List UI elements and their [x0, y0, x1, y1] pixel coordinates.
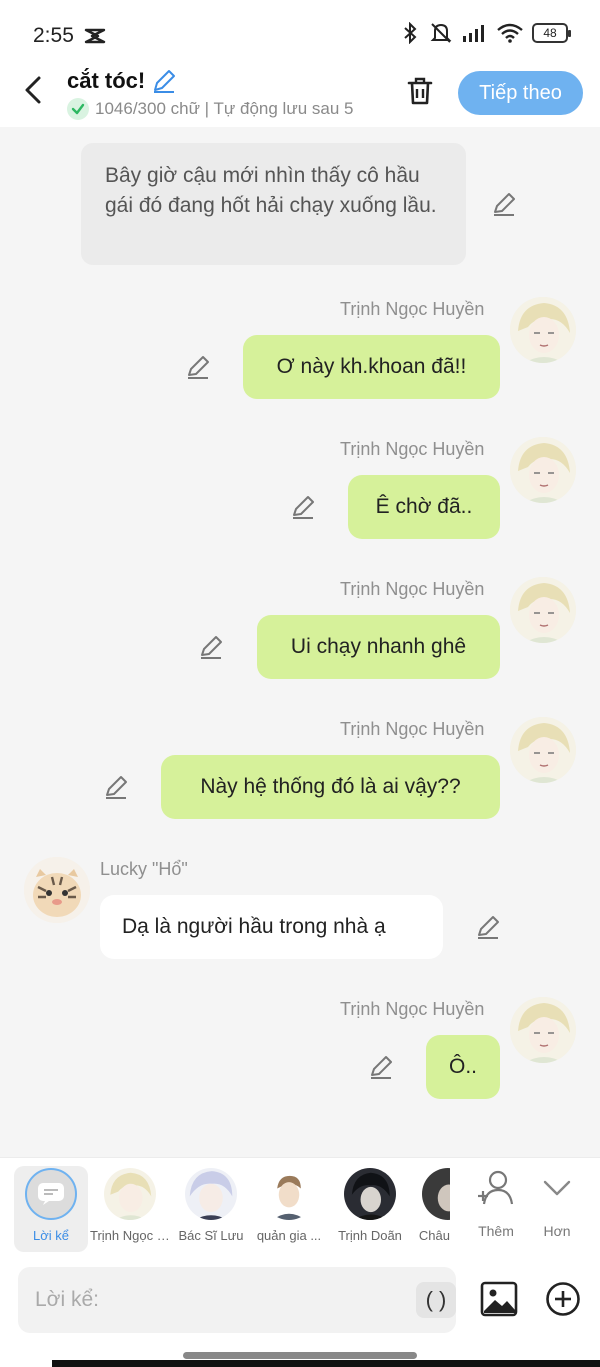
message-bubble[interactable]: Dạ là người hầu trong nhà ạ [100, 895, 443, 959]
sender-name: Trịnh Ngọc Huyền [340, 999, 485, 1019]
bottom-edge [52, 1360, 600, 1367]
status-icons: 48 [400, 22, 571, 44]
story-title: cắt tóc! [67, 68, 146, 93]
compose-field[interactable]: ( ) [18, 1267, 456, 1333]
signal-icon [463, 25, 484, 42]
pencil-icon[interactable] [290, 494, 316, 520]
message-bubble[interactable]: Ui chạy nhanh ghê [257, 615, 500, 679]
sender-name: Trịnh Ngọc Huyền [340, 439, 485, 459]
character-label: Châu [418, 1228, 450, 1243]
character-selector: Lời kể Trịnh Ngọc Huyền Bác Sĩ Lưu [0, 1157, 600, 1257]
chat-area[interactable]: Bây giờ cậu mới nhìn thấy cô hầu gái đó … [0, 127, 600, 1157]
image-icon[interactable] [480, 1280, 518, 1318]
character-trinh-ngoc-huyen[interactable]: Trịnh Ngọc Huyền [90, 1166, 170, 1252]
next-button[interactable]: Tiếp theo [458, 71, 583, 115]
narration-bubble[interactable]: Bây giờ cậu mới nhìn thấy cô hầu gái đó … [81, 143, 466, 265]
editor-header: cắt tóc! 1046/300 chữ | Tự động lưu sau … [0, 60, 600, 127]
narration-icon [25, 1168, 77, 1220]
pencil-icon[interactable] [491, 191, 517, 217]
avatar-trinh-ngoc-huyen[interactable] [510, 577, 576, 643]
character-quan-gia[interactable]: quản gia ... [249, 1166, 329, 1252]
character-label: Lời kể [33, 1228, 69, 1243]
character-bac-si-luu[interactable]: Bác Sĩ Lưu [171, 1166, 251, 1252]
plus-circle-icon[interactable] [545, 1281, 581, 1317]
check-icon [67, 98, 89, 120]
pencil-icon[interactable] [151, 68, 177, 94]
avatar-trinh-ngoc-huyen[interactable] [510, 437, 576, 503]
more-label: Hơn [543, 1223, 571, 1239]
home-indicator[interactable] [183, 1352, 417, 1359]
character-narration[interactable]: Lời kể [14, 1166, 88, 1252]
character-label: Trịnh Ngọc Huyền [90, 1228, 170, 1243]
battery-indicator: 48 [532, 23, 571, 43]
more-characters-button[interactable]: Hơn [529, 1168, 585, 1239]
status-time: 2:55 [33, 24, 74, 47]
sender-name: Lucky "Hổ" [100, 859, 188, 879]
character-label: Bác Sĩ Lưu [178, 1228, 244, 1243]
mute-bell-icon [430, 23, 452, 43]
avatar [263, 1168, 315, 1220]
character-trinh-doan[interactable]: Trịnh Doãn [330, 1166, 410, 1252]
parentheses-button[interactable]: ( ) [416, 1282, 456, 1318]
trash-icon[interactable] [404, 75, 436, 107]
save-status: 1046/300 chữ | Tự động lưu sau 5 [67, 98, 382, 120]
bluetooth-icon [404, 22, 417, 44]
sender-name: Trịnh Ngọc Huyền [340, 719, 485, 739]
wifi-icon [497, 23, 523, 43]
add-character-button[interactable]: Thêm [468, 1168, 524, 1239]
chevron-left-icon[interactable] [18, 74, 50, 106]
avatar [104, 1168, 156, 1220]
avatar [422, 1168, 450, 1220]
avatar-trinh-ngoc-huyen[interactable] [510, 297, 576, 363]
avatar-trinh-ngoc-huyen[interactable] [510, 997, 576, 1063]
character-chau[interactable]: Châu [410, 1166, 450, 1252]
message-bubble[interactable]: Ê chờ đã.. [348, 475, 500, 539]
pencil-icon[interactable] [185, 354, 211, 380]
compose-bar: ( ) [0, 1257, 600, 1367]
sender-name: Trịnh Ngọc Huyền [340, 299, 485, 319]
capcut-icon [84, 28, 106, 44]
pencil-icon[interactable] [103, 774, 129, 800]
avatar [185, 1168, 237, 1220]
pencil-icon[interactable] [368, 1054, 394, 1080]
message-input[interactable] [18, 1267, 398, 1333]
message-bubble[interactable]: Ơ này kh.khoan đã!! [243, 335, 500, 399]
avatar [344, 1168, 396, 1220]
title-row: cắt tóc! [67, 68, 177, 94]
word-count-autosave: 1046/300 chữ | Tự động lưu sau 5 [95, 99, 354, 118]
sender-name: Trịnh Ngọc Huyền [340, 579, 485, 599]
pencil-icon[interactable] [475, 914, 501, 940]
character-label: Trịnh Doãn [338, 1228, 402, 1243]
avatar-lucky-ho[interactable] [24, 857, 90, 923]
add-person-icon [478, 1170, 514, 1205]
avatar-trinh-ngoc-huyen[interactable] [510, 717, 576, 783]
message-bubble[interactable]: Này hệ thống đó là ai vậy?? [161, 755, 500, 819]
pencil-icon[interactable] [198, 634, 224, 660]
character-label: quản gia ... [256, 1228, 322, 1243]
message-bubble[interactable]: Ô.. [426, 1035, 500, 1099]
chevron-down-icon [543, 1180, 571, 1196]
add-label: Thêm [478, 1223, 514, 1239]
